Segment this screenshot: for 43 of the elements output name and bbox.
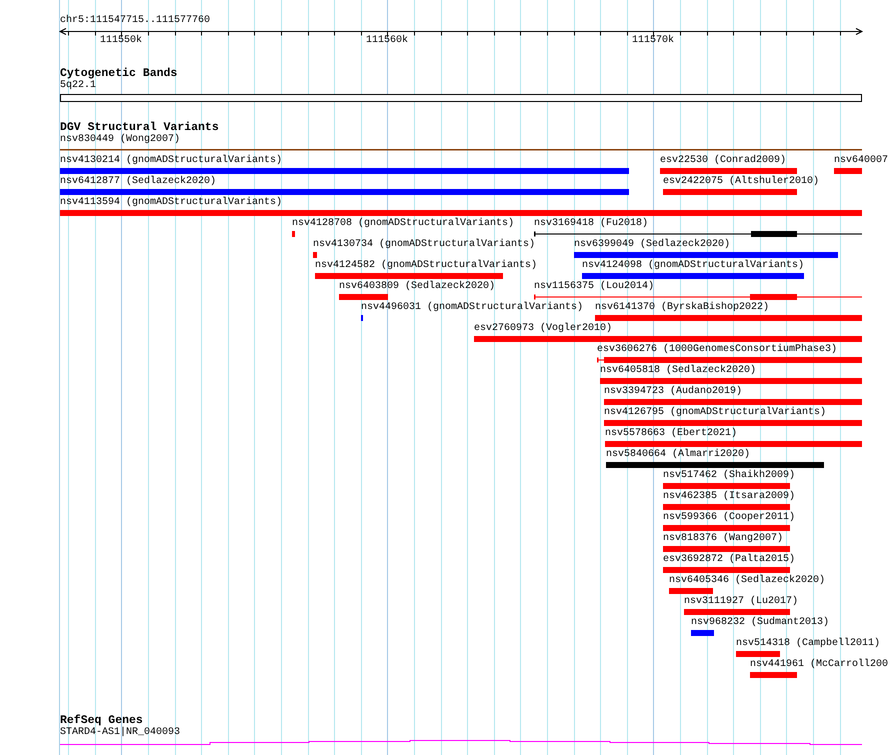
variant-label: nsv6141370 (ByrskaBishop2022) (595, 302, 770, 314)
track-title: RefSeq Genes (60, 715, 143, 727)
variant-label: nsv4130734 (gnomADStructuralVariants) (313, 239, 536, 251)
tick-label: 111570k (632, 35, 674, 47)
tick-label: 111550k (100, 35, 142, 47)
variant-label: nsv6399049 (Sedlazeck2020) (574, 239, 730, 251)
variant-label: nsv4130214 (gnomADStructuralVariants) (60, 155, 282, 167)
variant-label: nsv599366 (Cooper2011) (663, 512, 796, 524)
variant-label: nsv4496031 (gnomADStructuralVariants) (361, 302, 584, 314)
variant-label: nsv6403809 (Sedlazeck2020) (339, 281, 496, 293)
variant-label: nsv6412877 (Sedlazeck2020) (60, 176, 216, 188)
variant-label: nsv1156375 (Lou2014) (534, 281, 654, 293)
variant-label: nsv4113594 (gnomADStructuralVariants) (60, 197, 282, 209)
variant-label: nsv6405346 (Sedlazeck2020) (669, 575, 826, 587)
variant-label: esv2760973 (Vogler2010) (474, 323, 612, 335)
variant-label: nsv4124582 (gnomADStructuralVariants) (315, 260, 538, 272)
variant-label: nsv3394723 (Audano2019) (604, 386, 742, 398)
variant-label: nsv4126795 (gnomADStructuralVariants) (604, 407, 826, 419)
variant-label: nsv4124098 (gnomADStructuralVariants) (582, 260, 804, 272)
variant-label: nsv5840664 (Almarri2020) (606, 449, 750, 461)
tick-label: 111560k (366, 35, 408, 47)
variant-label: nsv4128708 (gnomADStructuralVariants) (292, 218, 514, 230)
variant-label: esv2422075 (Altshuler2010) (663, 176, 820, 188)
variant-label: nsv818376 (Wang2007) (663, 533, 784, 545)
track-title: DGV Structural Variants (60, 122, 219, 134)
variant-label: nsv462385 (Itsara2009) (663, 491, 796, 503)
location-label: chr5:111547715..111577760 (60, 15, 210, 27)
variant-label: nsv968232 (Sudmant2013) (691, 617, 830, 629)
variant-label: nsv6405818 (Sedlazeck2020) (600, 365, 756, 377)
variant-label: esv3606276 (1000GenomesConsortiumPhase3) (597, 344, 838, 356)
variant-label: nsv830449 (Wong2007) (60, 134, 180, 146)
variant-label: nsv517462 (Shaikh2009) (663, 470, 796, 482)
variant-label: esv3692872 (Palta2015) (663, 554, 796, 566)
variant-label: nsv5578663 (Ebert2021) (605, 428, 738, 440)
variant-label: esv22530 (Conrad2009) (660, 155, 786, 167)
gene-label: STARD4-AS1|NR_040093 (60, 727, 180, 739)
variant-label: nsv514318 (Campbell2011) (736, 638, 880, 650)
variant-label: nsv640007 (834, 155, 888, 167)
variant-label: nsv3169418 (Fu2018) (534, 218, 648, 230)
variant-label: nsv441961 (McCarroll200 (750, 659, 888, 671)
track-title: Cytogenetic Bands (60, 68, 178, 80)
variant-label: nsv3111927 (Lu2017) (684, 596, 798, 608)
band-label: 5q22.1 (60, 80, 96, 92)
